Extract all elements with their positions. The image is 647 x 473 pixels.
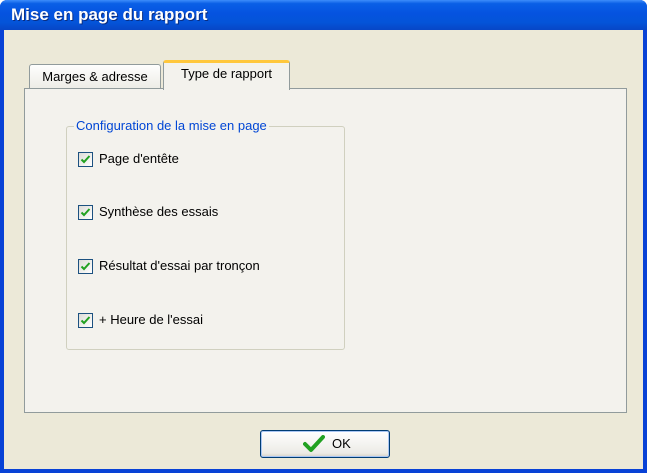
- green-checkmark-icon: [303, 435, 325, 452]
- option-label: Résultat d'essai par tronçon: [99, 258, 260, 273]
- ok-label: OK: [332, 436, 351, 451]
- groupbox-label: Configuration de la mise en page: [74, 118, 269, 133]
- checkbox-heure-essai[interactable]: [78, 313, 93, 328]
- checkmark-icon: [80, 262, 91, 271]
- option-label: Page d'entête: [99, 151, 179, 166]
- checkmark-icon: [80, 208, 91, 217]
- checkbox-synthese-essais[interactable]: [78, 205, 93, 220]
- checkmark-icon: [80, 155, 91, 164]
- checkbox-resultat-troncon[interactable]: [78, 259, 93, 274]
- checkmark-icon: [80, 316, 91, 325]
- window-title: Mise en page du rapport: [11, 5, 208, 24]
- title-bar[interactable]: Mise en page du rapport: [0, 0, 647, 30]
- tab-type-de-rapport[interactable]: Type de rapport: [163, 60, 290, 90]
- option-label: Synthèse des essais: [99, 204, 219, 219]
- ok-button[interactable]: OK: [260, 430, 390, 458]
- checkbox-page-entete[interactable]: [78, 152, 93, 167]
- tab-marges-adresse[interactable]: Marges & adresse: [29, 64, 161, 90]
- option-label: + Heure de l'essai: [99, 312, 204, 327]
